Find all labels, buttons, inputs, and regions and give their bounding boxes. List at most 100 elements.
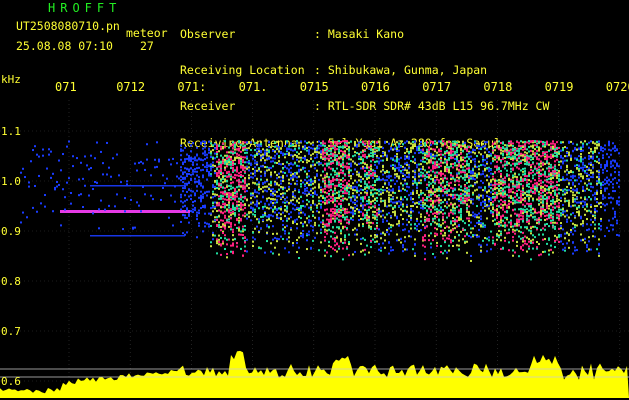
heat-cell bbox=[506, 147, 508, 150]
heat-cell bbox=[230, 185, 232, 188]
heat-cell bbox=[416, 163, 418, 166]
heat-cell bbox=[510, 225, 512, 228]
heat-cell bbox=[388, 241, 390, 244]
heat-cell bbox=[318, 151, 320, 154]
heat-cell bbox=[102, 173, 104, 176]
heat-cell bbox=[434, 200, 436, 203]
heat-cell bbox=[476, 213, 478, 216]
heat-cell bbox=[276, 190, 278, 193]
heat-cell bbox=[448, 169, 450, 172]
heat-cell bbox=[448, 194, 450, 197]
heat-cell bbox=[340, 189, 342, 192]
heat-cell bbox=[370, 193, 372, 196]
heat-cell bbox=[360, 242, 362, 245]
heat-cell bbox=[228, 196, 230, 199]
heat-cell bbox=[252, 245, 254, 248]
heat-cell bbox=[464, 165, 466, 168]
heat-cell bbox=[260, 151, 262, 154]
heat-cell bbox=[300, 159, 302, 162]
heat-cell bbox=[492, 172, 494, 175]
heat-cell bbox=[246, 250, 248, 253]
heat-cell bbox=[292, 157, 294, 160]
heat-cell bbox=[324, 182, 326, 185]
heat-cell bbox=[450, 147, 452, 150]
heat-cell bbox=[512, 142, 514, 145]
heat-cell bbox=[236, 205, 238, 208]
heat-cell bbox=[268, 197, 270, 200]
heat-cell bbox=[214, 172, 216, 175]
heat-cell bbox=[298, 147, 300, 150]
heat-cell bbox=[218, 202, 220, 205]
heat-cell bbox=[306, 232, 308, 235]
heat-cell bbox=[142, 185, 144, 188]
heat-cell bbox=[328, 157, 330, 160]
heat-cell bbox=[514, 153, 516, 156]
heat-cell bbox=[268, 144, 270, 147]
heat-cell bbox=[188, 221, 190, 224]
heat-cell bbox=[220, 154, 222, 157]
heat-cell bbox=[348, 254, 350, 257]
heat-cell bbox=[472, 185, 474, 188]
heat-cell bbox=[324, 254, 326, 257]
heat-cell bbox=[376, 141, 378, 144]
heat-cell bbox=[240, 208, 242, 211]
heat-cell bbox=[290, 211, 292, 214]
heat-cell bbox=[410, 227, 412, 230]
heat-cell bbox=[348, 241, 350, 244]
heat-cell bbox=[92, 212, 94, 215]
heat-cell bbox=[440, 177, 442, 180]
heat-cell bbox=[454, 236, 456, 239]
heat-cell bbox=[192, 211, 194, 214]
heat-cell bbox=[382, 164, 384, 167]
heat-cell bbox=[392, 158, 394, 161]
heat-cell bbox=[440, 199, 442, 202]
heat-cell bbox=[428, 176, 430, 179]
heat-cell bbox=[338, 163, 340, 166]
heat-cell bbox=[430, 147, 432, 150]
heat-cell bbox=[368, 142, 370, 145]
heat-cell bbox=[336, 200, 338, 203]
heat-cell bbox=[252, 192, 254, 195]
heat-cell bbox=[438, 194, 440, 197]
heat-cell bbox=[296, 223, 298, 226]
heat-cell bbox=[436, 171, 438, 174]
heat-cell bbox=[402, 205, 404, 208]
heat-cell bbox=[252, 240, 254, 243]
heat-cell bbox=[360, 151, 362, 154]
heat-cell bbox=[232, 160, 234, 163]
heat-cell bbox=[400, 198, 402, 201]
heat-cell bbox=[352, 189, 354, 192]
heat-cell bbox=[214, 185, 216, 188]
heat-cell bbox=[196, 215, 198, 218]
heat-cell bbox=[432, 170, 434, 173]
heat-cell bbox=[282, 201, 284, 204]
heat-cell bbox=[508, 149, 510, 152]
heat-cell bbox=[312, 152, 314, 155]
heat-cell bbox=[494, 155, 496, 158]
heat-cell bbox=[340, 209, 342, 212]
heat-cell bbox=[202, 159, 204, 162]
heat-cell bbox=[490, 248, 492, 251]
heat-cell bbox=[418, 223, 420, 226]
heat-cell bbox=[366, 203, 368, 206]
heat-cell bbox=[432, 179, 434, 182]
heat-cell bbox=[406, 185, 408, 188]
heat-cell bbox=[358, 175, 360, 178]
heat-cell bbox=[444, 161, 446, 164]
heat-cell bbox=[280, 170, 282, 173]
carrier-sideband bbox=[90, 185, 185, 187]
heat-cell bbox=[374, 192, 376, 195]
heat-cell bbox=[258, 152, 260, 155]
heat-cell bbox=[352, 192, 354, 195]
heat-cell bbox=[420, 168, 422, 171]
heat-cell bbox=[436, 174, 438, 177]
heat-cell bbox=[388, 142, 390, 145]
heat-cell bbox=[260, 247, 262, 250]
heat-cell bbox=[516, 218, 518, 221]
heat-cell bbox=[374, 234, 376, 237]
heat-cell bbox=[200, 198, 202, 201]
heat-cell bbox=[212, 196, 214, 199]
heat-cell bbox=[452, 193, 454, 196]
heat-cell bbox=[270, 166, 272, 169]
heat-cell bbox=[194, 157, 196, 160]
